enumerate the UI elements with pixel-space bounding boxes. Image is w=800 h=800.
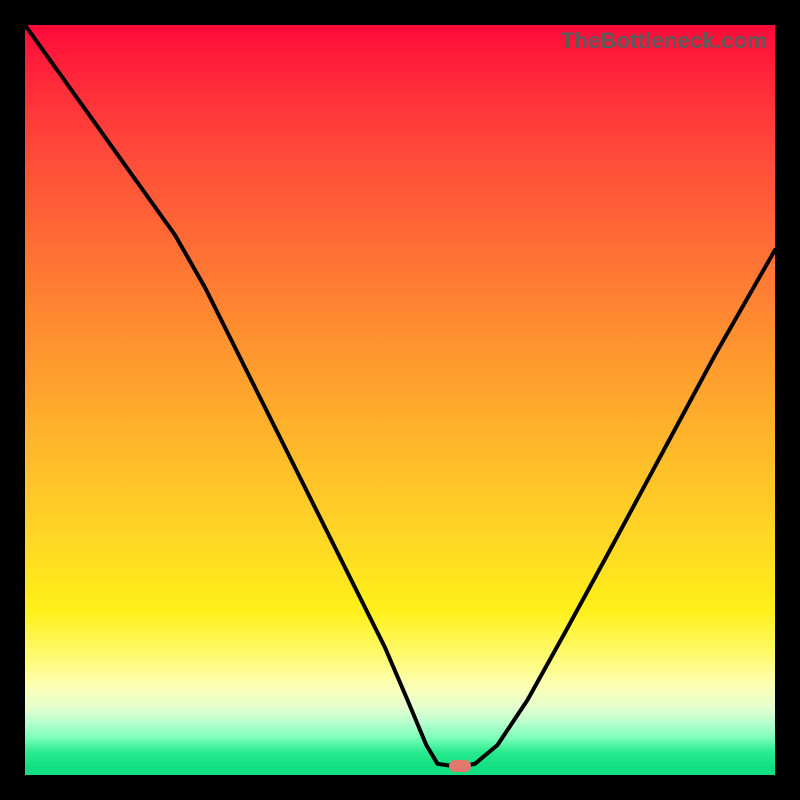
chart-frame: TheBottleneck.com bbox=[0, 0, 800, 800]
curve-path bbox=[25, 25, 775, 766]
plot-area: TheBottleneck.com bbox=[25, 25, 775, 775]
bottleneck-curve bbox=[25, 25, 775, 775]
minimum-marker bbox=[449, 760, 471, 772]
